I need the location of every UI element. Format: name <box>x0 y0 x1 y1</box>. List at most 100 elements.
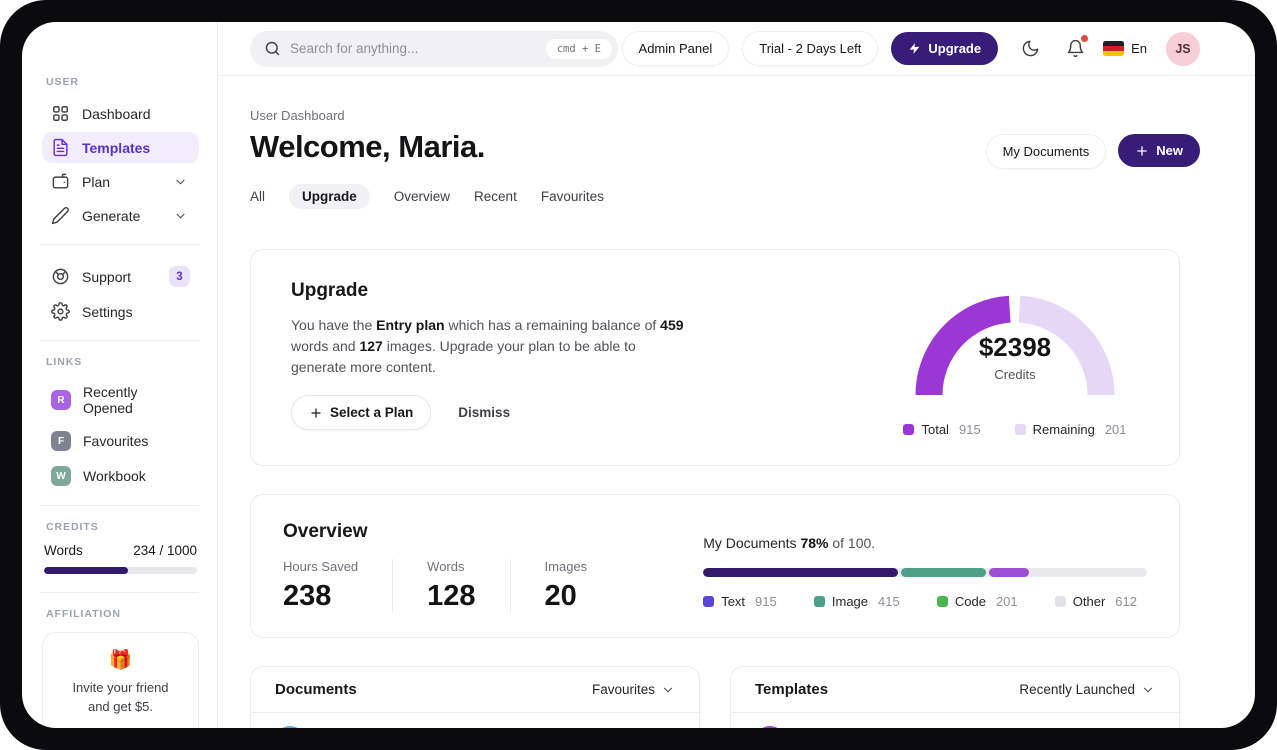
sidebar-item-support[interactable]: Support 3 <box>42 260 199 293</box>
sidebar-item-generate[interactable]: Generate <box>42 200 199 231</box>
stat-words: Words 128 <box>427 559 511 613</box>
upgrade-button[interactable]: Upgrade <box>891 32 999 65</box>
language-label: En <box>1131 41 1147 56</box>
notification-dot <box>1081 34 1089 42</box>
legend-swatch <box>903 424 915 435</box>
tab-overview[interactable]: Overview <box>394 184 450 209</box>
device-frame: USER Dashboard Templates Plan Generate S… <box>0 0 1277 750</box>
credits-progress-track <box>44 567 197 574</box>
admin-panel-button[interactable]: Admin Panel <box>621 31 730 66</box>
divider <box>40 592 199 593</box>
credits-words-label: Words <box>44 543 83 558</box>
search-bar[interactable]: cmd + E <box>250 30 618 67</box>
trial-days-left-button[interactable]: Trial - 2 Days Left <box>742 31 879 66</box>
sidebar-item-label: Support <box>82 268 132 285</box>
tab-all[interactable]: All <box>250 184 265 209</box>
affiliation-line1: Invite your friend <box>72 680 169 695</box>
sidebar-item-label: Dashboard <box>82 105 151 122</box>
sidebar-link-favourites[interactable]: F Favourites <box>42 425 199 457</box>
sidebar-link-workbook[interactable]: W Workbook <box>42 460 199 492</box>
lightning-bolt-icon <box>909 43 920 54</box>
gift-icon: 🎁 <box>108 650 133 671</box>
select-plan-button[interactable]: Select a Plan <box>291 395 432 430</box>
bar-legend: Text 915 Image 415 Code 201 Other 612 <box>703 594 1147 609</box>
sidebar-item-plan[interactable]: Plan <box>42 166 199 197</box>
documents-filter-label: Favourites <box>591 682 655 697</box>
divider <box>40 244 199 245</box>
sidebar-item-settings[interactable]: Settings <box>42 296 199 327</box>
link-initial-badge: F <box>51 431 71 451</box>
document-icon <box>53 138 68 157</box>
template-list-item[interactable]: Blog Post Title in Workbook <box>731 713 1179 728</box>
sidebar-item-label: Favourites <box>83 433 149 449</box>
credits-progress-fill <box>44 567 129 574</box>
new-button[interactable]: New <box>1118 134 1200 167</box>
legend-item-other: Other 612 <box>1054 594 1137 609</box>
credits-words-value: 234 / 1000 <box>133 543 197 558</box>
pencil-icon <box>51 207 69 225</box>
german-flag-icon <box>1103 41 1125 56</box>
tab-favourites[interactable]: Favourites <box>541 184 604 209</box>
legend-item-remaining: Remaining 201 <box>1014 422 1127 437</box>
sidebar-item-dashboard[interactable]: Dashboard <box>42 98 199 129</box>
sidebar-link-recently-opened[interactable]: R Recently Opened <box>42 378 199 422</box>
tab-upgrade[interactable]: Upgrade <box>289 184 370 209</box>
gauge-legend: Total 915 Remaining 201 <box>897 422 1133 437</box>
search-input[interactable] <box>290 41 546 56</box>
bar-segment-code <box>988 568 1029 577</box>
documents-filter-dropdown[interactable]: Favourites <box>592 682 675 697</box>
gauge-center-label: Credits <box>994 367 1036 382</box>
tab-recent[interactable]: Recent <box>474 184 517 209</box>
sidebar-section-user: USER <box>46 76 79 88</box>
upgrade-card: Upgrade You have the Entry plan which ha… <box>250 249 1180 466</box>
documents-usage-chart: My Documents 78% of 100. Text 915 Image … <box>703 535 1147 613</box>
documents-card: Documents Favourites Untitled Document i… <box>250 666 700 728</box>
new-button-label: New <box>1156 143 1183 158</box>
documents-card-title: Documents <box>275 681 357 698</box>
language-selector[interactable]: En <box>1103 41 1147 56</box>
divider <box>40 340 199 341</box>
chevron-down-icon <box>1143 687 1153 692</box>
stacked-progress-bar <box>703 568 1147 577</box>
credits-gauge-chart: $2398 Credits Total 915 Remaining 201 <box>897 280 1139 437</box>
sidebar-section-credits: CREDITS <box>46 521 99 533</box>
sidebar-item-label: Generate <box>82 207 141 224</box>
legend-item-text: Text 915 <box>703 594 777 609</box>
app-window: USER Dashboard Templates Plan Generate S… <box>22 22 1255 728</box>
templates-card: Templates Recently Launched Blog Post Ti… <box>730 666 1180 728</box>
overview-stats: Hours Saved 238 Words 128 Images 20 <box>283 559 655 613</box>
dismiss-button[interactable]: Dismiss <box>458 405 510 420</box>
legend-swatch <box>1054 596 1066 607</box>
legend-swatch <box>703 596 715 607</box>
legend-swatch <box>813 596 825 607</box>
user-avatar[interactable]: JS <box>1166 31 1200 66</box>
link-initial-badge: W <box>51 466 71 486</box>
legend-swatch <box>1014 424 1026 435</box>
sidebar-section-links: LINKS <box>46 356 83 368</box>
sidebar-section-affiliation: AFFILIATION <box>46 608 121 620</box>
select-plan-label: Select a Plan <box>330 405 414 420</box>
templates-filter-dropdown[interactable]: Recently Launched <box>1019 682 1155 697</box>
topbar: cmd + E Admin Panel Trial - 2 Days Left … <box>218 22 1255 76</box>
legend-item-image: Image 415 <box>813 594 900 609</box>
upgrade-card-title: Upgrade <box>291 280 369 301</box>
link-initial-badge: R <box>51 390 71 410</box>
lifebuoy-icon <box>52 268 69 285</box>
bar-segment-text <box>703 568 899 577</box>
chevron-down-icon <box>176 213 185 218</box>
templates-card-title: Templates <box>755 681 829 698</box>
chevron-down-icon <box>663 687 673 692</box>
sidebar-item-label: Recently Opened <box>83 384 138 416</box>
breadcrumb: User Dashboard <box>250 108 345 123</box>
bell-icon <box>1067 39 1083 58</box>
sidebar-item-templates[interactable]: Templates <box>42 132 199 163</box>
my-documents-button[interactable]: My Documents <box>985 134 1107 169</box>
template-avatar <box>755 726 785 728</box>
affiliation-card: 🎁 Invite your friend and get $5. Invite <box>42 632 199 728</box>
content-area: User Dashboard Welcome, Maria. My Docume… <box>218 76 1255 728</box>
notifications-button[interactable] <box>1064 34 1089 60</box>
document-avatar <box>275 726 305 728</box>
plus-icon <box>1137 145 1147 156</box>
dark-mode-toggle[interactable] <box>1019 38 1041 60</box>
document-list-item[interactable]: Untitled Document in Workbook <box>251 713 699 728</box>
